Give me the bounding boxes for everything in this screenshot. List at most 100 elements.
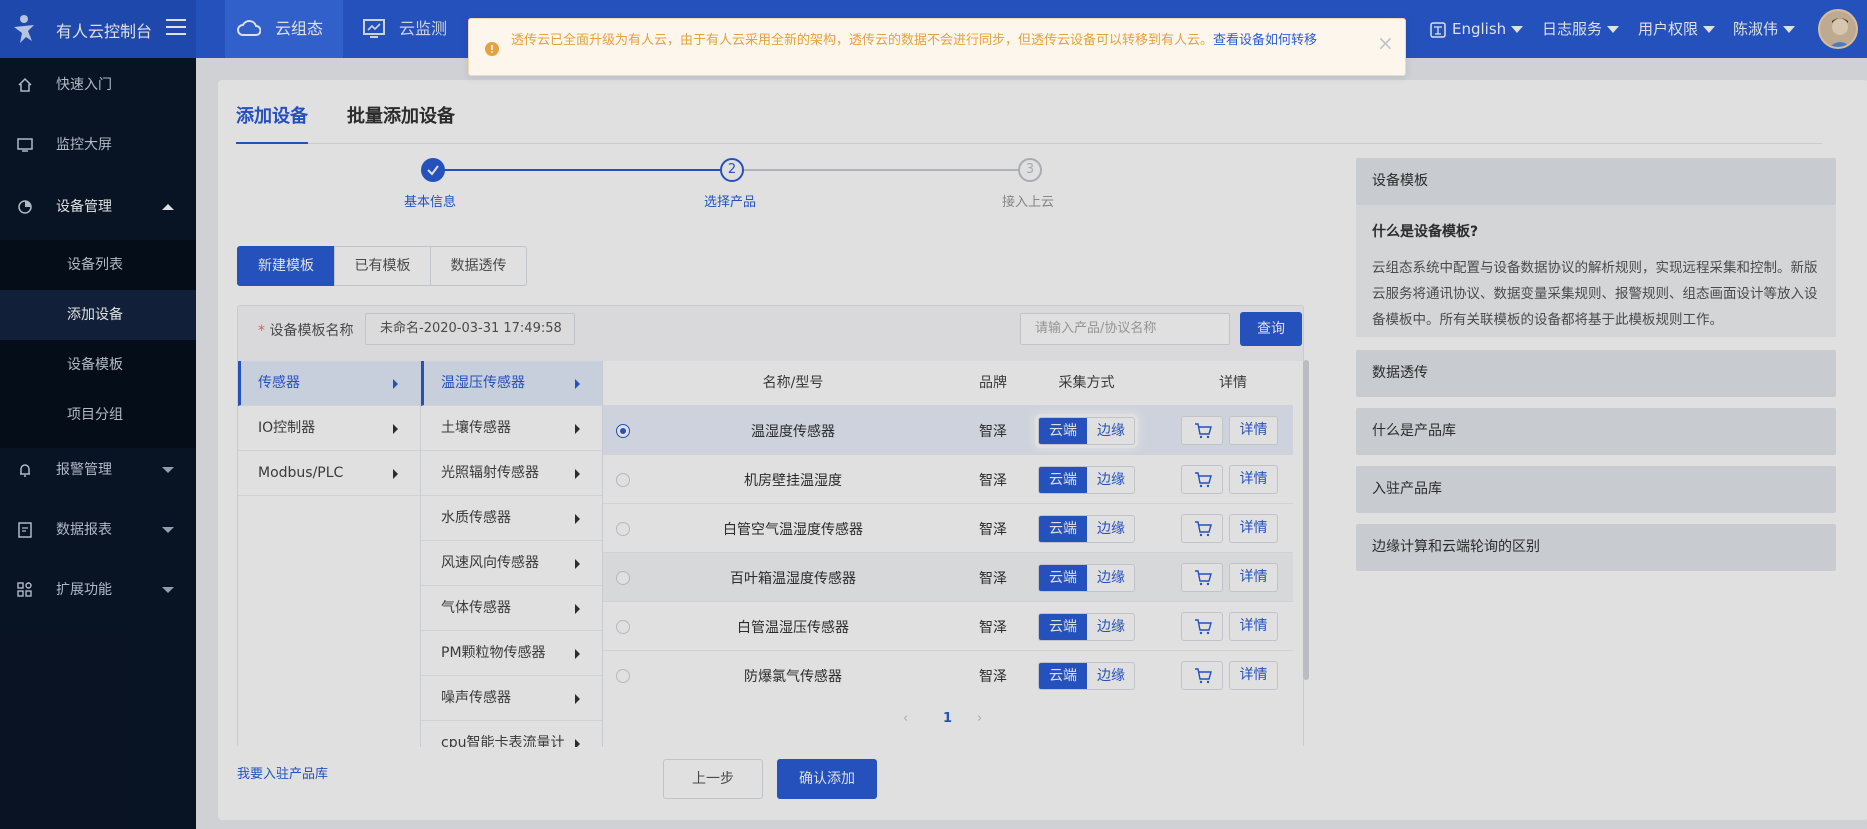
category-item[interactable]: Modbus/PLC <box>238 451 420 496</box>
cloud-option[interactable]: 云端 <box>1039 565 1087 591</box>
avatar[interactable] <box>1818 9 1858 49</box>
subcategory-item[interactable]: 土壤传感器 <box>421 406 602 451</box>
nav-tab-cloud-scada[interactable]: 云组态 <box>225 0 343 58</box>
confirm-add-button[interactable]: 确认添加 <box>777 759 877 799</box>
cart-button[interactable] <box>1181 661 1223 690</box>
table-row[interactable]: 防爆氯气传感器 智泽 云端 边缘 详情 <box>603 650 1293 699</box>
help-section-device-template[interactable]: 设备模板 <box>1356 158 1836 205</box>
new-template-button[interactable]: 新建模板 <box>237 246 335 286</box>
prev-page-icon[interactable]: ‹ <box>903 711 908 726</box>
nav-tab-cloud-monitor[interactable]: 云监测 <box>343 0 463 58</box>
product-search-input[interactable]: 请输入产品/协议名称 <box>1020 313 1230 345</box>
prev-step-button[interactable]: 上一步 <box>663 759 763 799</box>
collect-mode-toggle[interactable]: 云端 边缘 <box>1038 662 1135 690</box>
cloud-option[interactable]: 云端 <box>1039 516 1087 542</box>
edge-option[interactable]: 边缘 <box>1087 516 1134 542</box>
table-row[interactable]: 白管空气温湿度传感器 智泽 云端 边缘 详情 <box>603 503 1293 552</box>
cart-button[interactable] <box>1181 416 1223 445</box>
cloud-option[interactable]: 云端 <box>1039 663 1087 689</box>
table-row[interactable]: 白管温湿压传感器 智泽 云端 边缘 详情 <box>603 601 1293 650</box>
data-passthrough-button[interactable]: 数据透传 <box>430 246 527 286</box>
row-radio[interactable] <box>616 473 630 487</box>
notice-transfer-link[interactable]: 查看设备如何转移 <box>1213 33 1317 48</box>
row-radio[interactable] <box>616 620 630 634</box>
sidebar-subitem-add-device[interactable]: 添加设备 <box>0 290 196 340</box>
cloud-option[interactable]: 云端 <box>1039 467 1087 493</box>
collect-mode-toggle[interactable]: 云端 边缘 <box>1038 515 1135 543</box>
edge-option[interactable]: 边缘 <box>1087 467 1134 493</box>
sidebar-item-device-management[interactable]: 设备管理 <box>0 180 196 234</box>
sidebar-item-extensions[interactable]: 扩展功能 <box>0 563 196 617</box>
chevron-right-icon <box>575 649 580 659</box>
edge-option[interactable]: 边缘 <box>1087 614 1134 640</box>
join-product-library-link[interactable]: 我要入驻产品库 <box>237 763 328 782</box>
table-row[interactable]: 温湿度传感器 智泽 云端 边缘 详情 <box>603 405 1293 454</box>
collect-mode-toggle[interactable]: 云端 边缘 <box>1038 613 1135 641</box>
template-name-input[interactable]: 未命名-2020-03-31 17:49:58 <box>365 313 575 345</box>
row-radio[interactable] <box>616 522 630 536</box>
column-header: 品牌 <box>979 375 1007 391</box>
subcategory-item[interactable]: 噪声传感器 <box>421 676 602 721</box>
monitor-icon <box>363 19 385 38</box>
brand[interactable]: 有人云控制台 <box>0 0 196 58</box>
detail-button[interactable]: 详情 <box>1229 416 1278 445</box>
subcategory-item[interactable]: 气体传感器 <box>421 586 602 631</box>
detail-button[interactable]: 详情 <box>1229 612 1278 641</box>
sidebar-item-data-report[interactable]: 数据报表 <box>0 503 196 557</box>
edge-option[interactable]: 边缘 <box>1087 565 1134 591</box>
cloud-option[interactable]: 云端 <box>1039 614 1087 640</box>
sidebar-subitem-device-template[interactable]: 设备模板 <box>0 340 196 390</box>
cart-button[interactable] <box>1181 465 1223 494</box>
table-scrollbar[interactable] <box>1303 360 1309 760</box>
bell-icon <box>20 464 30 477</box>
help-section-data-passthrough[interactable]: 数据透传 <box>1356 350 1836 397</box>
detail-button[interactable]: 详情 <box>1229 514 1278 543</box>
tab-add-device[interactable]: 添加设备 <box>236 102 308 144</box>
help-section-edge-vs-cloud[interactable]: 边缘计算和云端轮询的区别 <box>1356 524 1836 571</box>
table-row[interactable]: 百叶箱温湿度传感器 智泽 云端 边缘 详情 <box>603 552 1293 601</box>
hamburger-menu-icon[interactable] <box>166 18 186 36</box>
cart-button[interactable] <box>1181 514 1223 543</box>
close-icon[interactable]: × <box>1377 33 1394 53</box>
row-radio[interactable] <box>616 571 630 585</box>
collect-mode-toggle[interactable]: 云端 边缘 <box>1038 564 1135 592</box>
cloud-option[interactable]: 云端 <box>1039 418 1087 444</box>
help-section-join-library[interactable]: 入驻产品库 <box>1356 466 1836 513</box>
detail-button[interactable]: 详情 <box>1229 465 1278 494</box>
sidebar-subitem-device-list[interactable]: 设备列表 <box>0 240 196 290</box>
subcategory-item[interactable]: 温湿压传感器 <box>421 361 602 406</box>
cart-button[interactable] <box>1181 612 1223 641</box>
sidebar-item-monitor-screen[interactable]: 监控大屏 <box>0 118 196 172</box>
help-section-product-library[interactable]: 什么是产品库 <box>1356 408 1836 455</box>
detail-button[interactable]: 详情 <box>1229 661 1278 690</box>
log-service-menu[interactable]: 日志服务 <box>1542 0 1620 58</box>
subcategory-item[interactable]: 光照辐射传感器 <box>421 451 602 496</box>
page-number[interactable]: 1 <box>943 711 952 726</box>
language-select[interactable]: English <box>1430 0 1524 58</box>
user-permissions-menu[interactable]: 用户权限 <box>1638 0 1716 58</box>
category-item[interactable]: IO控制器 <box>238 406 420 451</box>
tab-batch-add-device[interactable]: 批量添加设备 <box>347 102 455 128</box>
subcategory-item[interactable]: PM颗粒物传感器 <box>421 631 602 676</box>
edge-option[interactable]: 边缘 <box>1087 418 1134 444</box>
edge-option[interactable]: 边缘 <box>1087 663 1134 689</box>
subcategory-item[interactable]: 水质传感器 <box>421 496 602 541</box>
next-page-icon[interactable]: › <box>977 711 982 726</box>
detail-button[interactable]: 详情 <box>1229 563 1278 592</box>
row-radio[interactable] <box>616 669 630 683</box>
user-menu[interactable]: 陈淑伟 <box>1733 0 1796 58</box>
subcategory-item[interactable]: 风速风向传感器 <box>421 541 602 586</box>
collect-mode-toggle[interactable]: 云端 边缘 <box>1038 417 1135 445</box>
step-label: 接入上云 <box>1002 195 1055 210</box>
category-item[interactable]: 传感器 <box>238 361 420 406</box>
cart-button[interactable] <box>1181 563 1223 592</box>
table-row[interactable]: 机房壁挂温湿度 智泽 云端 边缘 详情 <box>603 454 1293 503</box>
row-radio[interactable] <box>616 424 630 438</box>
subcategory-item[interactable]: cpu智能卡表流量计 <box>421 721 602 747</box>
sidebar-item-quick-start[interactable]: 快速入门 <box>0 58 196 112</box>
existing-template-button[interactable]: 已有模板 <box>334 246 431 286</box>
sidebar-item-alarm-management[interactable]: 报警管理 <box>0 443 196 497</box>
query-button[interactable]: 查询 <box>1240 312 1302 346</box>
collect-mode-toggle[interactable]: 云端 边缘 <box>1038 466 1135 494</box>
sidebar-subitem-project-group[interactable]: 项目分组 <box>0 390 196 440</box>
